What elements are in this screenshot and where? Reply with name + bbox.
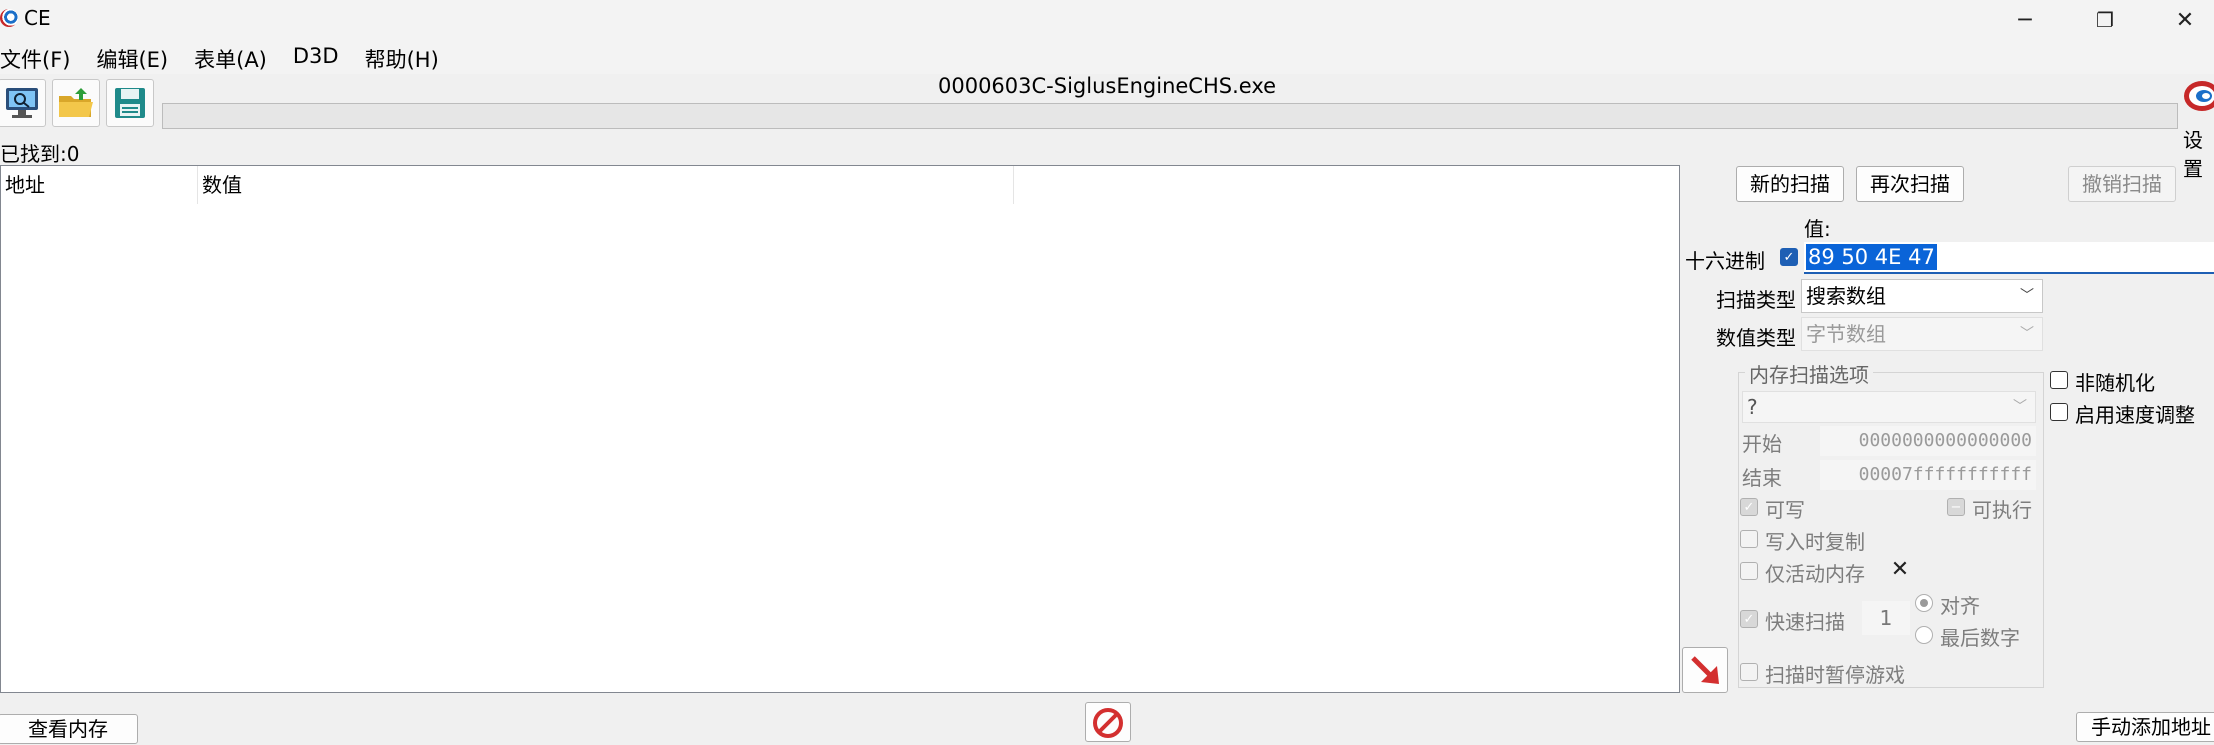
memory-scan-options-title: 内存扫描选项	[1745, 359, 1873, 388]
memory-region-select[interactable]: ? ﹀	[1742, 391, 2036, 423]
process-title: 0000603C-SiglusEngineCHS.exe	[937, 74, 1277, 98]
start-label: 开始	[1742, 432, 1782, 456]
value-type-select[interactable]: 字节数组 ﹀	[1801, 317, 2043, 351]
minimize-icon[interactable]: ─	[1990, 0, 2060, 40]
executable-label: 可执行	[1972, 498, 2032, 522]
chevron-down-icon: ﹀	[2020, 326, 2034, 342]
pause-game-label: 扫描时暂停游戏	[1765, 663, 1905, 687]
scan-progress-bar	[162, 103, 2178, 129]
arrow-down-right-icon	[1691, 656, 1719, 684]
active-memory-label: 仅活动内存	[1765, 562, 1865, 586]
alignment-label: 对齐	[1940, 594, 1980, 618]
executable-checkbox[interactable]: −	[1947, 498, 1965, 516]
last-digits-radio[interactable]	[1915, 626, 1933, 644]
add-to-list-button[interactable]	[1682, 647, 1728, 693]
hex-label: 十六进制	[1685, 249, 1765, 273]
window-title: CE	[24, 6, 51, 30]
pause-game-checkbox[interactable]	[1740, 663, 1758, 681]
column-header-address[interactable]: 地址	[1, 166, 198, 204]
cheat-engine-logo-icon	[0, 9, 18, 27]
settings-label[interactable]: 设置	[2183, 124, 2214, 182]
stop-label: 结束	[1742, 466, 1782, 490]
scan-value-text: 89 50 4E 47	[1806, 244, 1937, 270]
maximize-icon[interactable]: ❐	[2070, 0, 2140, 40]
fast-scan-input[interactable]: 1	[1862, 601, 1910, 635]
add-address-manually-button[interactable]: 手动添加地址	[2076, 712, 2214, 742]
found-count: 已找到:0	[0, 142, 80, 166]
chevron-down-icon: ﹀	[2013, 399, 2027, 415]
memory-region-value: ?	[1747, 395, 1758, 419]
new-scan-button[interactable]: 新的扫描	[1736, 166, 1844, 202]
value-type-label: 数值类型	[1716, 326, 1796, 350]
alignment-radio[interactable]	[1915, 594, 1933, 612]
menu-table[interactable]: 表单(A)	[194, 40, 280, 74]
writable-label: 可写	[1765, 498, 1805, 522]
start-address-input[interactable]: 0000000000000000	[1820, 426, 2036, 456]
stop-address-input[interactable]: 00007fffffffffff	[1820, 460, 2036, 490]
unrandomizer-label: 非随机化	[2075, 371, 2155, 395]
scan-type-select[interactable]: 搜索数组 ﹀	[1801, 279, 2043, 313]
menu-edit[interactable]: 编辑(E)	[96, 40, 181, 74]
speedhack-label: 启用速度调整	[2075, 403, 2195, 427]
title-bar	[0, 0, 2214, 40]
undo-scan-button[interactable]: 撤销扫描	[2068, 166, 2176, 202]
close-icon[interactable]: ✕	[1887, 557, 1913, 583]
value-label: 值:	[1804, 217, 1831, 241]
view-memory-button[interactable]: 查看内存	[0, 714, 138, 744]
writable-checkbox[interactable]: ✓	[1740, 498, 1758, 516]
fast-scan-checkbox[interactable]: ✓	[1740, 610, 1758, 628]
scan-type-label: 扫描类型	[1716, 288, 1796, 312]
menu-d3d[interactable]: D3D	[293, 40, 352, 74]
active-memory-checkbox[interactable]	[1740, 562, 1758, 580]
speedhack-checkbox[interactable]	[2050, 403, 2068, 421]
menu-file[interactable]: 文件(F)	[0, 40, 83, 74]
unrandomizer-checkbox[interactable]	[2050, 371, 2068, 389]
copy-on-write-label: 写入时复制	[1765, 530, 1865, 554]
clear-list-button[interactable]	[1085, 702, 1131, 742]
scan-results-list[interactable]: 地址 数值	[0, 165, 1680, 693]
scan-type-value: 搜索数组	[1806, 284, 1886, 308]
next-scan-button[interactable]: 再次扫描	[1856, 166, 1964, 202]
chevron-down-icon: ﹀	[2020, 288, 2034, 304]
menu-help[interactable]: 帮助(H)	[365, 40, 452, 74]
value-type-value: 字节数组	[1806, 322, 1886, 346]
last-digits-label: 最后数字	[1940, 626, 2020, 650]
column-header-value[interactable]: 数值	[198, 166, 1014, 204]
ce-logo-icon[interactable]	[2180, 78, 2214, 114]
fast-scan-label: 快速扫描	[1765, 610, 1845, 634]
hex-checkbox[interactable]: ✓	[1780, 248, 1798, 266]
scan-value-input[interactable]: 89 50 4E 47	[1804, 242, 2214, 274]
menu-bar: 文件(F) 编辑(E) 表单(A) D3D 帮助(H)	[0, 40, 2214, 74]
close-icon[interactable]: ✕	[2150, 0, 2214, 40]
copy-on-write-checkbox[interactable]	[1740, 530, 1758, 548]
